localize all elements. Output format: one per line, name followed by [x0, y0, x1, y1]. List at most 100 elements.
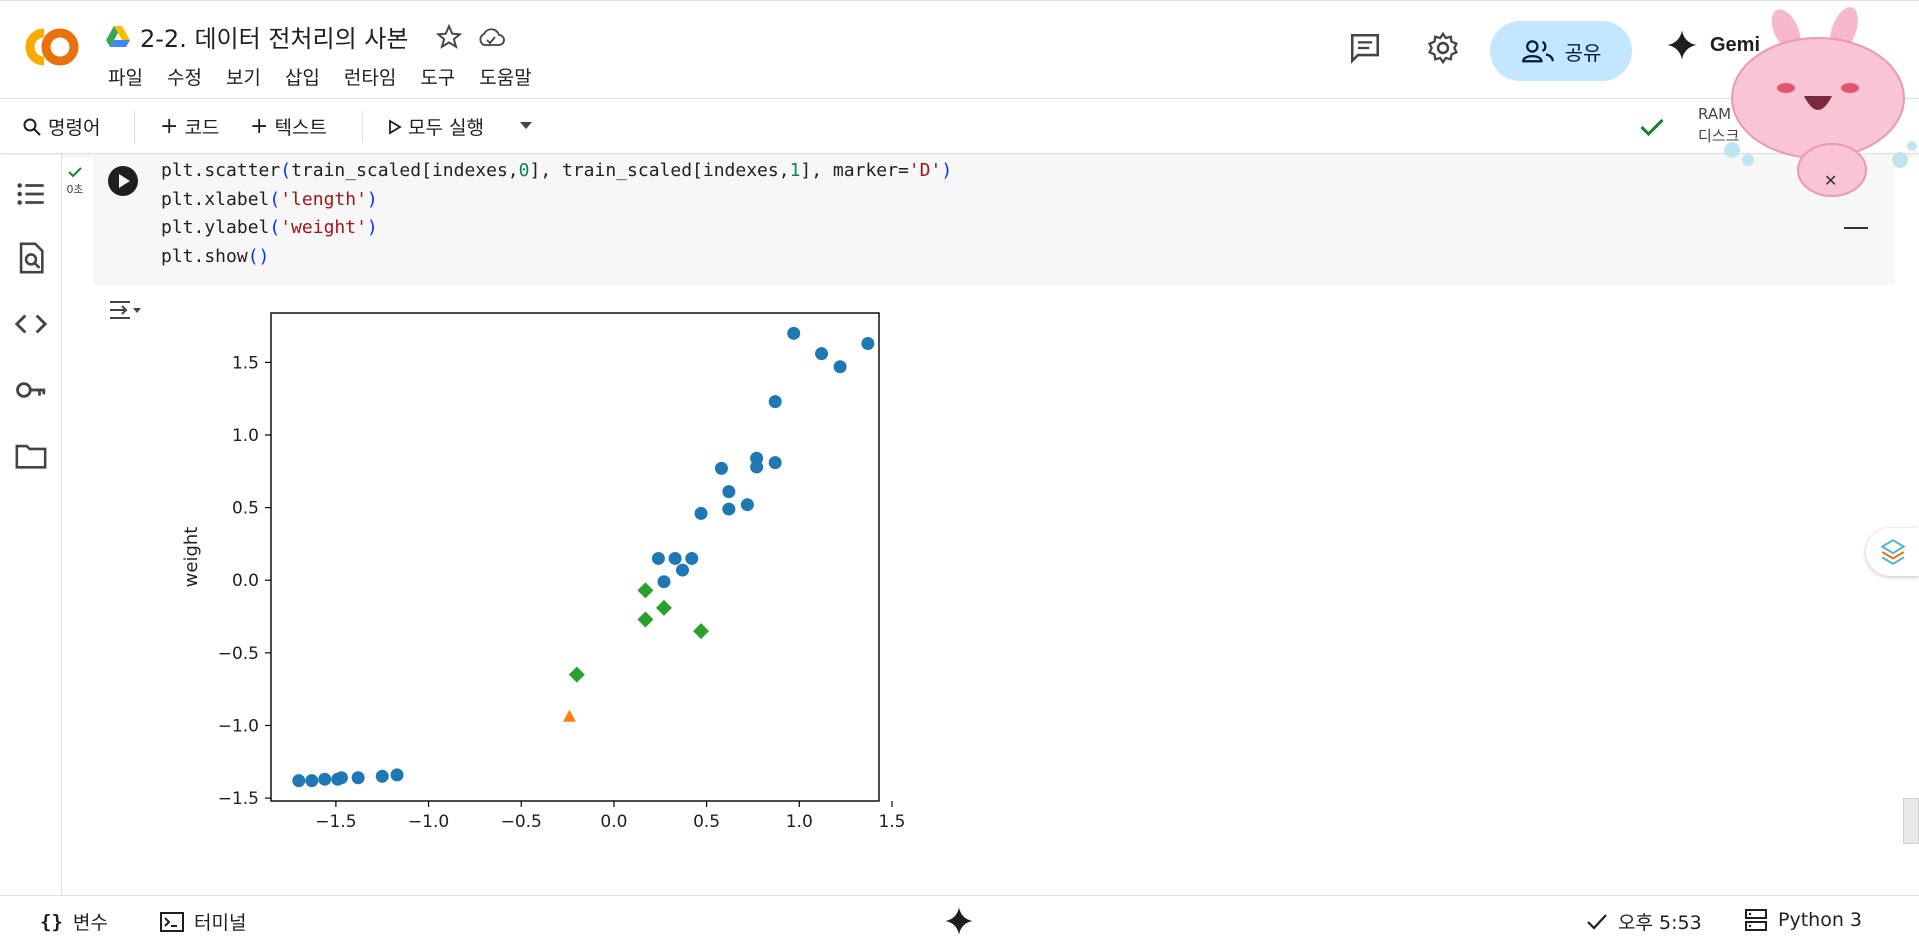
data-point-circle: [292, 774, 306, 788]
variables-label: 변수: [72, 912, 108, 934]
data-point-circle: [351, 771, 365, 785]
floating-assist-button[interactable]: [1866, 528, 1919, 576]
data-point-circle: [375, 769, 389, 783]
data-point-circle: [768, 395, 782, 409]
commands-button[interactable]: 명령어: [22, 113, 100, 140]
plus-icon: +: [250, 114, 269, 139]
terminal-button[interactable]: 터미널: [160, 908, 246, 935]
left-sidebar: [0, 155, 62, 895]
menu-file[interactable]: 파일: [108, 63, 143, 90]
commands-label: 명령어: [48, 117, 101, 139]
pink-bunny-sticker: ✕: [1724, 7, 1917, 229]
toolbar-divider: [134, 111, 135, 143]
add-code-button[interactable]: + 코드: [160, 113, 219, 140]
menu-help[interactable]: 도움말: [479, 63, 531, 90]
runtime-label: Python 3: [1778, 909, 1862, 931]
code-line: plt.xlabel('length'): [161, 188, 378, 210]
menu-edit[interactable]: 수정: [167, 63, 202, 90]
data-point-circle: [833, 360, 847, 374]
plus-icon: +: [160, 114, 179, 139]
data-point-circle: [651, 551, 665, 565]
table-of-contents-icon[interactable]: [14, 177, 48, 211]
code-line: plt.ylabel('weight'): [161, 217, 378, 238]
last-run-time: 오후 5:53: [1618, 912, 1702, 934]
data-point-circle: [722, 485, 736, 499]
status-bar: {} 변수 터미널 오후 5:53 Python 3: [0, 895, 1919, 943]
execution-time: 0초: [66, 183, 84, 196]
terminal-icon: [160, 911, 184, 932]
y-axis-label: weight: [181, 527, 202, 588]
find-document-icon[interactable]: [14, 241, 48, 275]
data-point-circle: [334, 771, 348, 785]
menu-insert[interactable]: 삽입: [285, 63, 320, 90]
data-point-circle: [305, 774, 319, 788]
data-point-circle: [861, 337, 875, 350]
add-text-label: 텍스트: [274, 117, 327, 139]
menu-runtime[interactable]: 런타임: [344, 63, 396, 90]
run-cell-button[interactable]: [106, 164, 140, 198]
code-editor[interactable]: plt.scatter(train_scaled[indexes,0], tra…: [161, 157, 952, 271]
data-point-circle: [714, 461, 728, 475]
header: 2-2. 데이터 전처리의 사본 파일 수정 보기 삽입 런타임 도구 도움말: [0, 0, 1919, 98]
play-outline-icon: [389, 118, 402, 135]
run-all-button[interactable]: 모두 실행: [388, 113, 484, 140]
y-tick-label: 0.5: [232, 499, 259, 519]
runtime-info-button[interactable]: Python 3: [1744, 908, 1862, 932]
add-code-label: 코드: [184, 117, 220, 139]
star-icon[interactable]: [436, 23, 463, 50]
gemini-sparkle-icon: [1667, 30, 1697, 60]
code-line: plt.show(): [161, 245, 270, 267]
success-check-icon: [68, 167, 82, 178]
people-icon: [1521, 40, 1554, 63]
y-tick-label: 0.0: [232, 571, 259, 591]
data-point-circle: [685, 551, 699, 565]
code-snippets-icon[interactable]: [14, 307, 48, 341]
share-label: 공유: [1564, 40, 1602, 65]
comment-icon[interactable]: [1348, 31, 1382, 65]
data-point-circle: [318, 772, 332, 786]
toolbar-divider: [362, 111, 363, 143]
x-tick-label: 0.0: [600, 812, 627, 832]
code-line: plt.scatter(train_scaled[indexes,0], tra…: [161, 160, 953, 181]
layers-icon: [1880, 539, 1906, 565]
last-run-status[interactable]: 오후 5:53: [1586, 908, 1702, 935]
x-tick-label: −1.0: [408, 812, 449, 832]
colab-logo[interactable]: [20, 23, 84, 71]
document-title[interactable]: 2-2. 데이터 전처리의 사본: [140, 19, 408, 54]
y-tick-label: −1.5: [218, 789, 259, 809]
google-drive-icon: [106, 25, 130, 47]
y-tick-label: −1.0: [218, 716, 259, 736]
x-tick-label: −1.5: [315, 812, 356, 832]
add-text-button[interactable]: + 텍스트: [250, 113, 327, 140]
menu-tools[interactable]: 도구: [420, 63, 455, 90]
run-all-dropdown-icon[interactable]: [518, 119, 534, 131]
secrets-key-icon[interactable]: [14, 373, 48, 407]
execution-status: 0초: [64, 166, 86, 197]
data-point-circle: [750, 460, 764, 474]
x-tick-label: 1.0: [786, 812, 813, 832]
x-tick-label: 0.5: [693, 812, 720, 832]
data-point-circle: [676, 563, 690, 577]
output-actions-icon[interactable]: [106, 296, 142, 326]
plot-frame: [270, 312, 880, 802]
settings-gear-icon[interactable]: [1426, 31, 1460, 65]
connected-check-icon[interactable]: [1638, 113, 1666, 141]
data-point-circle: [787, 326, 801, 340]
gemini-sparkle-icon[interactable]: [944, 906, 974, 936]
scrollbar-thumb[interactable]: [1903, 798, 1919, 844]
check-icon: [1587, 913, 1607, 930]
y-tick-label: 1.0: [232, 426, 259, 446]
menu-view[interactable]: 보기: [226, 63, 261, 90]
y-tick-label: −0.5: [218, 644, 259, 664]
x-tick-label: −0.5: [501, 812, 542, 832]
braces-icon: {}: [40, 910, 63, 933]
data-point-circle: [815, 347, 829, 361]
variables-button[interactable]: {} 변수: [40, 908, 108, 935]
data-point-circle: [740, 498, 754, 512]
files-folder-icon[interactable]: [14, 439, 48, 473]
share-button[interactable]: 공유: [1490, 21, 1632, 81]
cloud-saved-icon[interactable]: [476, 24, 506, 50]
server-icon: [1745, 909, 1767, 931]
terminal-label: 터미널: [194, 912, 247, 934]
x-tick-label: 1.5: [878, 812, 905, 832]
